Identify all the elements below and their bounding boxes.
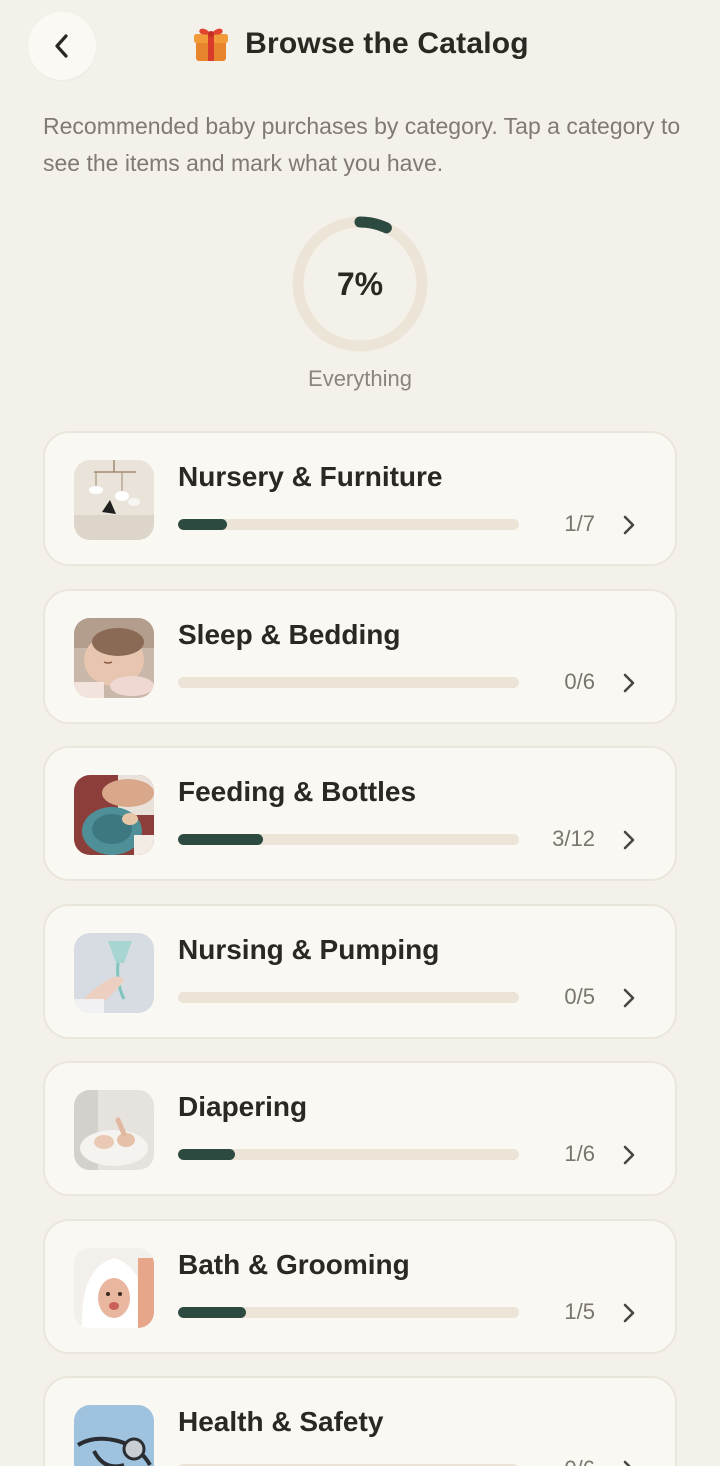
category-card-nursing[interactable]: Nursing & Pumping 0/5 — [43, 903, 677, 1039]
category-count: 3/12 — [552, 826, 595, 851]
category-count: 1/5 — [564, 1298, 595, 1324]
chevron-right-icon — [623, 830, 635, 850]
category-card-diapering[interactable]: Diapering 1/6 — [43, 1061, 677, 1196]
category-title: Feeding & Bottles — [178, 776, 417, 807]
category-card-bath[interactable]: Bath & Grooming 1/5 — [43, 1218, 677, 1354]
category-title: Nursery & Furniture — [178, 461, 443, 492]
chevron-right-icon — [623, 988, 635, 1007]
breast-pump-image — [74, 932, 154, 1013]
chevron-right-icon — [623, 1460, 631, 1466]
category-title: Nursing & Pumping — [178, 933, 440, 965]
category-count: 0/6 — [564, 668, 595, 694]
category-list: Nursery & Furniture 1/7 Sleep & Bedding … — [43, 431, 677, 1466]
category-card-feeding[interactable]: Feeding & Bottles 3/12 — [43, 746, 677, 881]
sleeping-baby-image — [74, 617, 154, 698]
overall-progress-ring: 7% — [290, 214, 430, 354]
chevron-right-icon — [623, 1303, 635, 1322]
category-card-nursery[interactable]: Nursery & Furniture 1/7 — [43, 431, 677, 566]
page-description: Recommended baby purchases by category. … — [43, 113, 681, 176]
category-title: Diapering — [178, 1091, 308, 1122]
chevron-right-icon — [623, 1145, 635, 1165]
category-card-sleep[interactable]: Sleep & Bedding 0/6 — [43, 588, 677, 724]
overall-progress-percent: 7% — [336, 265, 384, 302]
overall-progress-label: Everything — [308, 366, 412, 391]
category-progress-fill — [178, 1306, 247, 1318]
chevron-right-icon — [623, 515, 635, 535]
stethoscope-image — [74, 1405, 154, 1466]
category-title: Health & Safety — [178, 1406, 384, 1437]
category-progress-track — [178, 834, 519, 845]
page-title: Browse the Catalog — [245, 27, 529, 60]
nursery-mobile-image — [74, 460, 154, 540]
category-progress-track — [178, 519, 519, 530]
category-count: 0/5 — [564, 983, 595, 1009]
category-progress-fill — [178, 519, 227, 530]
category-progress-fill — [178, 1149, 235, 1160]
category-progress-track — [178, 991, 519, 1003]
category-title: Bath & Grooming — [178, 1248, 410, 1280]
category-progress-track — [178, 676, 519, 688]
category-count: 1/6 — [564, 1141, 595, 1166]
category-progress-fill — [178, 834, 264, 845]
header: Browse the Catalog — [0, 0, 720, 94]
feeding-bowl-image — [74, 775, 154, 855]
category-count: 1/7 — [564, 511, 595, 536]
category-title: Sleep & Bedding — [178, 618, 401, 650]
category-progress-track — [178, 1149, 519, 1160]
category-count: 0/6 — [564, 1456, 595, 1466]
chevron-right-icon — [623, 673, 635, 692]
title-group: Browse the Catalog — [0, 24, 720, 64]
baby-towel-image — [74, 1247, 154, 1328]
category-progress-track — [178, 1306, 519, 1318]
gift-icon — [194, 28, 229, 61]
category-card-health[interactable]: Health & Safety 0/6 — [43, 1376, 677, 1466]
baby-diaper-image — [74, 1090, 154, 1170]
